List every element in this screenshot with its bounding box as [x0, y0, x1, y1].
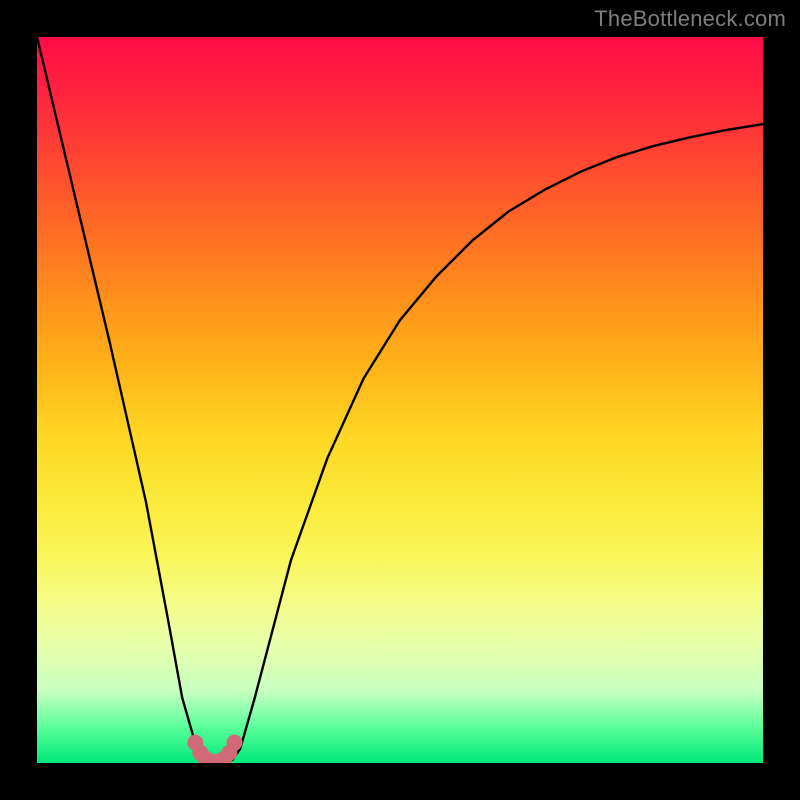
- plot-area: [37, 37, 763, 763]
- highlight-dots-group: [187, 735, 242, 763]
- chart-frame: TheBottleneck.com: [0, 0, 800, 800]
- chart-svg: [37, 37, 763, 763]
- bottleneck-curve: [37, 37, 763, 763]
- watermark-text: TheBottleneck.com: [594, 6, 786, 32]
- highlight-dot: [226, 735, 242, 751]
